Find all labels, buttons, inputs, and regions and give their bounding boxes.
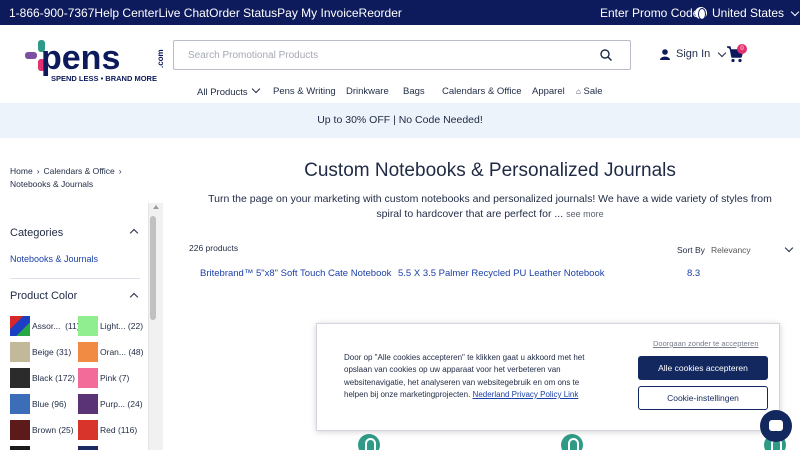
nav-item-drinkware[interactable]: Drinkware bbox=[346, 86, 389, 97]
color-label[interactable]: Oran... (48) bbox=[100, 347, 143, 357]
nav-label: Sale bbox=[583, 86, 603, 97]
search-box bbox=[173, 40, 631, 70]
categories-heading[interactable]: Categories bbox=[10, 227, 63, 239]
nav-item-bags[interactable]: Bags bbox=[403, 86, 425, 97]
sidebar-scroll-thumb[interactable] bbox=[150, 216, 156, 320]
sign-in-label: Sign In bbox=[676, 48, 711, 60]
accept-all-cookies-button[interactable]: Alle cookies accepteren bbox=[638, 356, 768, 380]
reorder-link[interactable]: Reorder bbox=[359, 6, 402, 20]
color-swatch-orange[interactable] bbox=[78, 342, 98, 362]
product-color-heading[interactable]: Product Color bbox=[10, 290, 77, 302]
chevron-down-icon bbox=[790, 7, 800, 16]
chevron-up-icon[interactable] bbox=[129, 292, 139, 302]
color-swatch-brown[interactable] bbox=[10, 420, 30, 440]
chat-button[interactable] bbox=[760, 410, 792, 442]
cart-button[interactable]: 0 bbox=[726, 44, 747, 65]
color-label[interactable]: Assor... (11) bbox=[32, 321, 80, 331]
nav-item-apparel[interactable]: Apparel bbox=[532, 86, 565, 97]
eco-badge-icon bbox=[561, 434, 583, 450]
color-swatch-light-green[interactable] bbox=[78, 316, 98, 336]
breadcrumb-separator: › bbox=[118, 166, 122, 176]
color-label[interactable]: Black (172) bbox=[32, 373, 75, 383]
product-link[interactable]: 5.5 X 3.5 Palmer Recycled PU Leather Not… bbox=[398, 268, 604, 279]
color-swatch-assorted[interactable] bbox=[10, 316, 30, 336]
divider bbox=[10, 278, 140, 279]
color-label[interactable]: Purp... (24) bbox=[100, 399, 143, 409]
globe-icon bbox=[695, 7, 707, 20]
sign-in-button[interactable]: Sign In bbox=[660, 48, 727, 60]
help-center-link[interactable]: Help Center bbox=[94, 6, 158, 20]
utility-bar: 1-866-900-7367 Help Center Live Chat Ord… bbox=[0, 0, 800, 25]
color-swatch-partial[interactable] bbox=[10, 446, 30, 450]
cookie-settings-button[interactable]: Cookie-instellingen bbox=[638, 386, 768, 410]
pay-invoice-link[interactable]: Pay My Invoice bbox=[277, 6, 358, 20]
category-link-notebooks[interactable]: Notebooks & Journals bbox=[10, 254, 98, 264]
breadcrumb-home[interactable]: Home bbox=[10, 166, 33, 176]
color-label[interactable]: Brown (25) bbox=[32, 425, 74, 435]
nav-item-pens-writing[interactable]: Pens & Writing bbox=[273, 86, 336, 97]
page-title: Custom Notebooks & Personalized Journals bbox=[304, 160, 676, 181]
color-label[interactable]: Blue (96) bbox=[32, 399, 67, 409]
nav-item-calendars-office[interactable]: Calendars & Office bbox=[442, 86, 522, 97]
breadcrumb: Home › Calendars & Office › Notebooks & Jou… bbox=[10, 165, 126, 191]
breadcrumb-separator: › bbox=[36, 166, 40, 176]
cart-count-badge: 0 bbox=[737, 44, 747, 54]
search-icon[interactable] bbox=[600, 49, 612, 61]
utility-links: 1-866-900-7367 Help Center Live Chat Ord… bbox=[9, 6, 402, 20]
logo-mark-purple bbox=[25, 52, 37, 59]
color-label[interactable]: Red (116) bbox=[100, 425, 137, 435]
color-swatch-purple[interactable] bbox=[78, 394, 98, 414]
chevron-up-icon[interactable] bbox=[129, 228, 139, 238]
color-label[interactable]: Beige (31) bbox=[32, 347, 71, 357]
phone-link[interactable]: 1-866-900-7367 bbox=[9, 6, 94, 20]
nav-item-all-products[interactable]: All Products bbox=[197, 84, 261, 98]
category-description: Turn the page on your marketing with cus… bbox=[205, 192, 775, 222]
color-swatch-blue[interactable] bbox=[10, 394, 30, 414]
country-label: United States bbox=[712, 6, 785, 20]
product-link[interactable]: Britebrand™ 5"x8" Soft Touch Cate Notebo… bbox=[200, 268, 391, 279]
color-label[interactable]: Pink (7) bbox=[100, 373, 129, 383]
live-chat-link[interactable]: Live Chat bbox=[158, 6, 209, 20]
color-swatch-beige[interactable] bbox=[10, 342, 30, 362]
color-swatch-red[interactable] bbox=[78, 420, 98, 440]
product-count: 226 products bbox=[189, 243, 239, 253]
continue-without-accepting-link[interactable]: Doorgaan zonder te accepteren bbox=[653, 339, 759, 348]
home-icon: ⌂ bbox=[576, 87, 581, 96]
breadcrumb-calendars-office[interactable]: Calendars & Office bbox=[44, 166, 115, 176]
logo-wordmark: pens bbox=[41, 39, 120, 77]
privacy-policy-link[interactable]: Nederland Privacy Policy Link bbox=[473, 390, 579, 399]
cookie-consent-dialog: Doorgaan zonder te accepteren Door op "A… bbox=[316, 323, 780, 431]
color-swatch-partial[interactable] bbox=[78, 446, 98, 450]
sort-label: Sort By bbox=[677, 245, 705, 255]
color-swatch-pink[interactable] bbox=[78, 368, 98, 388]
logo-tagline: SPEND LESS • BRAND MORE bbox=[51, 74, 157, 83]
order-status-link[interactable]: Order Status bbox=[209, 6, 277, 20]
main-nav: All Products Pens & Writing Drinkware Ba… bbox=[0, 84, 800, 100]
sort-value: Relevancy bbox=[711, 245, 751, 255]
country-selector[interactable]: United States bbox=[695, 6, 800, 20]
description-text: Turn the page on your marketing with cus… bbox=[208, 193, 772, 220]
see-more-link[interactable]: see more bbox=[566, 209, 604, 219]
cookie-text: Door op "Alle cookies accepteren" te kli… bbox=[344, 352, 594, 401]
pens-logo[interactable]: pens .com SPEND LESS • BRAND MORE bbox=[25, 38, 170, 86]
color-swatch-black[interactable] bbox=[10, 368, 30, 388]
sort-select[interactable]: Relevancy bbox=[711, 243, 793, 255]
breadcrumb-current: Notebooks & Journals bbox=[10, 179, 94, 189]
nav-item-sale[interactable]: ⌂ Sale bbox=[576, 86, 603, 97]
user-icon bbox=[660, 48, 670, 60]
search-input[interactable] bbox=[174, 41, 574, 69]
color-label[interactable]: Light... (22) bbox=[100, 321, 143, 331]
scroll-up-arrow[interactable] bbox=[153, 205, 159, 209]
promo-banner[interactable]: Up to 30% OFF | No Code Needed! bbox=[0, 103, 800, 138]
logo-tld: .com bbox=[156, 49, 165, 68]
chat-bubble-icon bbox=[769, 420, 783, 431]
chevron-down-icon bbox=[252, 84, 261, 94]
chevron-down-icon bbox=[784, 243, 793, 253]
eco-badge-icon bbox=[358, 434, 380, 450]
product-link[interactable]: 8.3 bbox=[687, 268, 700, 279]
nav-label: All Products bbox=[197, 87, 248, 98]
promo-code-link[interactable]: Enter Promo Code bbox=[600, 6, 699, 20]
